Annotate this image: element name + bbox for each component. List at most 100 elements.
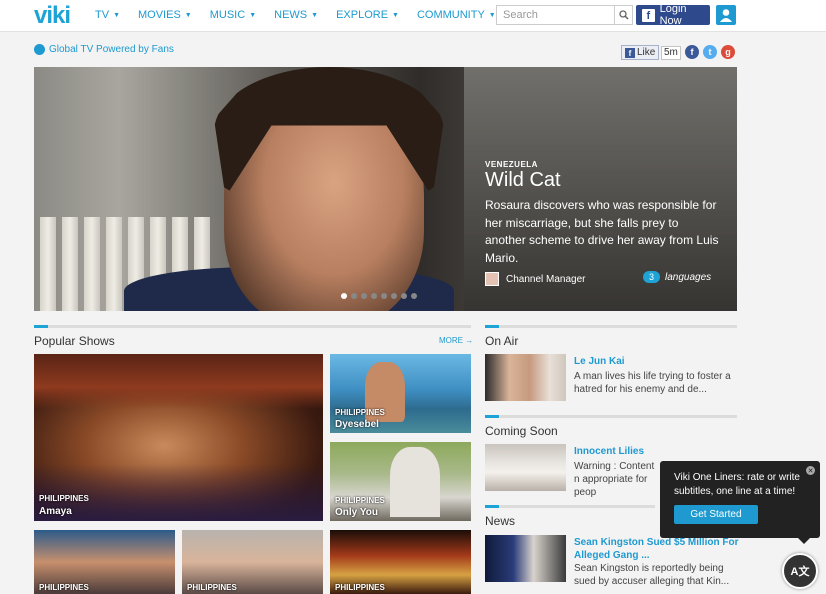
hero-banner[interactable]: VENEZUELA Wild Cat Rosaura discovers who…: [34, 67, 737, 311]
coming-soon-rule: [485, 415, 737, 418]
more-label: MORE: [439, 336, 463, 345]
slide-indicator: [341, 293, 417, 299]
slide-dot[interactable]: [411, 293, 417, 299]
chevron-down-icon: ▼: [184, 12, 192, 19]
popup-tail: [798, 538, 810, 544]
viki-logo[interactable]: viki: [34, 2, 71, 30]
slide-dot[interactable]: [381, 293, 387, 299]
hero-description: Rosaura discovers who was responsible fo…: [485, 198, 719, 265]
chevron-down-icon: ▼: [113, 12, 120, 19]
chevron-down-icon: ▼: [249, 12, 257, 19]
on-air-description: A man lives his life trying to foster a …: [574, 371, 731, 395]
nav-movies[interactable]: MOVIES ▼: [138, 0, 192, 32]
on-air-title[interactable]: Le Jun Kai: [574, 356, 625, 367]
tile-country: PHILIPPINES: [335, 408, 385, 417]
chevron-down-icon: ▼: [311, 12, 319, 19]
hero-channel-manager[interactable]: Channel Manager: [485, 272, 586, 286]
tile-country: PHILIPPINES: [39, 583, 89, 592]
tile-figures: [390, 447, 440, 517]
hero-title[interactable]: Wild Cat: [485, 169, 561, 192]
tile-country: PHILIPPINES: [39, 494, 89, 503]
tile-country: PHILIPPINES: [335, 583, 385, 592]
like-label: Like: [637, 47, 656, 58]
hero-languages[interactable]: 3 languages: [643, 271, 711, 283]
top-bar: viki TV ▼ MOVIES ▼ MUSIC ▼ NEWS ▼ EXPLORE ▼ C…: [0, 0, 826, 32]
nav-music[interactable]: MUSIC ▼: [210, 0, 256, 32]
show-tile-dyesebel[interactable]: PHILIPPINES Dyesebel: [330, 354, 471, 433]
tile-country: PHILIPPINES: [335, 496, 385, 505]
nav-explore[interactable]: EXPLORE ▼: [336, 0, 399, 32]
news-rule: [485, 505, 655, 508]
languages-label: languages: [665, 271, 712, 283]
nav-news[interactable]: NEWS ▼: [274, 0, 318, 32]
slide-dot[interactable]: [351, 293, 357, 299]
nav-news-label: NEWS: [274, 9, 308, 21]
tile-veil: [34, 464, 323, 521]
tile-name: Amaya: [39, 506, 72, 517]
news-heading: News: [485, 514, 516, 528]
tagline-text: Global TV Powered by Fans: [49, 44, 174, 55]
twitter-share-icon[interactable]: t: [703, 45, 717, 59]
coming-soon-thumbnail[interactable]: [485, 444, 566, 491]
on-air-heading: On Air: [485, 334, 519, 348]
nav-music-label: MUSIC: [209, 9, 246, 21]
on-air-thumbnail[interactable]: [485, 354, 566, 401]
show-tile-5[interactable]: PHILIPPINES: [182, 530, 323, 594]
slide-dot[interactable]: [391, 293, 397, 299]
show-tile-amaya[interactable]: PHILIPPINES Amaya: [34, 354, 323, 521]
google-plus-share-icon[interactable]: g: [721, 45, 735, 59]
nav-community[interactable]: COMMUNITY ▼: [417, 0, 496, 32]
coming-soon-title[interactable]: Innocent Lilies: [574, 446, 644, 457]
chevron-down-icon: ▼: [392, 12, 399, 19]
slide-dot[interactable]: [401, 293, 407, 299]
tagline[interactable]: Global TV Powered by Fans: [34, 44, 174, 55]
show-tile-6[interactable]: PHILIPPINES: [330, 530, 471, 594]
nav-explore-label: EXPLORE: [336, 9, 389, 21]
nav-tv-label: TV: [95, 9, 110, 21]
tile-name: Only You: [335, 507, 378, 518]
nav-movies-label: MOVIES: [138, 9, 181, 21]
popular-section-rule: [34, 325, 471, 328]
search-icon[interactable]: [614, 6, 632, 24]
login-label: Login Now: [659, 3, 687, 27]
one-liners-popup: Viki One Liners: rate or write subtitles…: [660, 461, 820, 544]
tile-headdress: [34, 354, 323, 409]
hero-country: VENEZUELA: [485, 160, 538, 169]
channel-manager-label: Channel Manager: [506, 273, 586, 285]
facebook-login-button[interactable]: f Login Now: [636, 3, 710, 27]
user-account-button[interactable]: [716, 5, 736, 25]
like-count: 5m: [661, 46, 681, 60]
close-icon[interactable]: ✕: [806, 466, 815, 475]
news-description: Sean Kingston is reportedly being sued b…: [574, 563, 730, 587]
popular-heading: Popular Shows: [34, 334, 115, 348]
slide-dot[interactable]: [341, 293, 347, 299]
channel-manager-avatar: [485, 272, 499, 286]
languages-count-badge: 3: [643, 271, 661, 283]
tile-name: Dyesebel: [335, 419, 379, 430]
main-nav: TV ▼ MOVIES ▼ MUSIC ▼ NEWS ▼ EXPLORE ▼ COMMUN…: [95, 0, 514, 32]
get-started-button[interactable]: Get Started: [674, 505, 758, 524]
slide-dot[interactable]: [361, 293, 367, 299]
search-input[interactable]: [497, 6, 615, 24]
viki-heart-icon: [34, 44, 45, 55]
facebook-like-button[interactable]: f Like: [621, 45, 660, 60]
coming-soon-heading: Coming Soon: [485, 424, 558, 438]
facebook-icon: f: [642, 8, 655, 22]
slide-dot[interactable]: [371, 293, 377, 299]
more-link[interactable]: MORE →: [439, 336, 473, 345]
news-title[interactable]: Sean Kingston Sued $5 Million For Allege…: [574, 536, 739, 562]
chevron-down-icon: ▼: [488, 12, 496, 19]
show-tile-only-you[interactable]: PHILIPPINES Only You: [330, 442, 471, 521]
show-tile-4[interactable]: PHILIPPINES: [34, 530, 175, 594]
facebook-icon: f: [625, 47, 635, 58]
popup-text: Viki One Liners: rate or write subtitles…: [674, 472, 800, 497]
user-icon: [720, 9, 732, 22]
nav-tv[interactable]: TV ▼: [95, 0, 120, 32]
coming-soon-description: Warning : Content n appropriate for peop: [574, 461, 655, 498]
arrow-right-icon: →: [465, 336, 474, 345]
subtitle-translate-icon[interactable]: A文: [782, 553, 818, 589]
search-box: [496, 5, 633, 25]
facebook-share-icon[interactable]: f: [685, 45, 699, 59]
on-air-rule: [485, 325, 737, 328]
news-thumbnail[interactable]: [485, 535, 566, 582]
